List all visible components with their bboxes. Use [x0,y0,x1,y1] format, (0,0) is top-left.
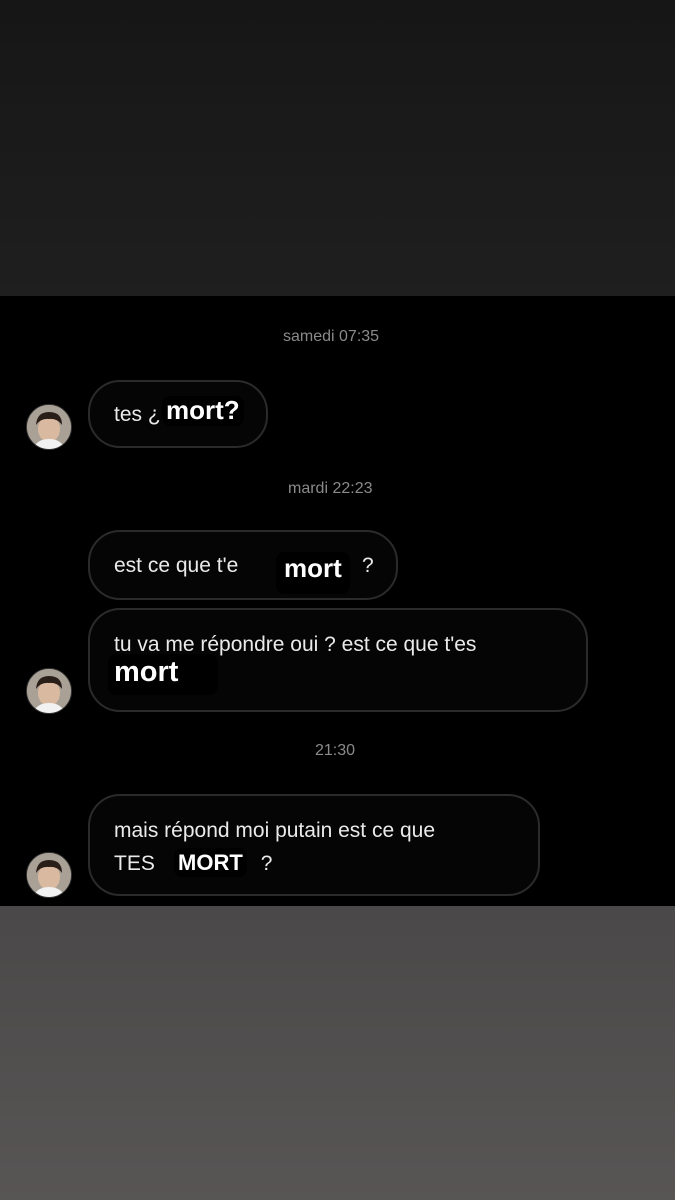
avatar[interactable] [26,404,72,450]
message-text: est ce que t'e [114,554,239,577]
message-bubble[interactable]: est ce que t'e ? [88,530,398,600]
message-text: TES [114,852,155,875]
message-text: tes ¿ [114,403,161,426]
top-blank-area [0,0,675,296]
bottom-blank-area [0,906,675,1200]
text-sticker: mort [276,552,350,594]
text-sticker: mort [108,654,219,696]
timestamp: 21:30 [315,742,356,759]
avatar[interactable] [26,852,72,898]
message-text-end: ? [260,852,273,875]
message-bubble[interactable]: mais répond moi putain est ce que TES ? [88,794,540,896]
text-sticker: mort? [162,395,244,426]
message-text-line: mais répond moi putain est ce que [114,819,436,842]
avatar[interactable] [26,668,72,714]
message-text: tu va me répondre oui ? est ce que t'es [114,633,477,656]
text-sticker: MORT [174,848,247,878]
message-text-end: ? [362,554,374,577]
timestamp: samedi 07:35 [283,328,380,345]
timestamp: mardi 22:23 [288,480,373,497]
